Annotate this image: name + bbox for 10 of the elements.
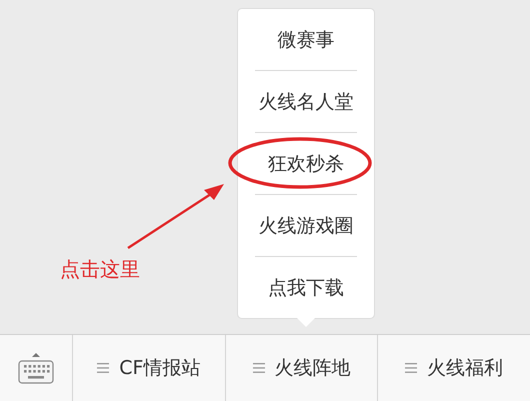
menu-item[interactable]: 火线名人堂 <box>252 71 360 132</box>
menu-icon <box>405 363 418 373</box>
menu-item[interactable]: 点我下载 <box>262 257 350 318</box>
menu-item[interactable]: 狂欢秒杀 <box>262 133 350 194</box>
menu-icon <box>252 363 264 373</box>
keyboard-icon <box>17 351 55 385</box>
menu-icon <box>97 363 110 373</box>
menu-item[interactable]: 火线游戏圈 <box>252 195 360 256</box>
menu-item[interactable]: 微赛事 <box>272 9 340 70</box>
annotation-label: 点击这里 <box>60 256 140 283</box>
